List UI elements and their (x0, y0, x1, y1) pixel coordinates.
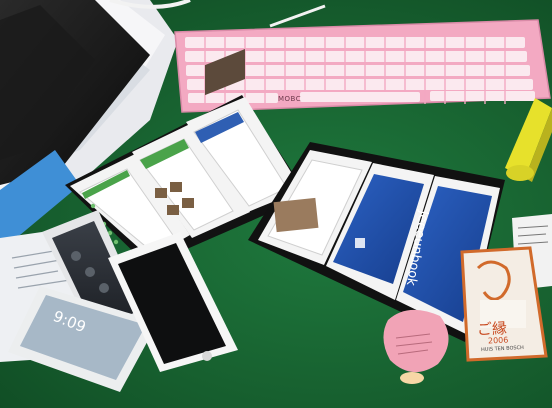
card-year: 2006 (487, 335, 509, 346)
photo-illustration: Jeeeunbook 9:09 (0, 0, 552, 392)
desk-photo: Jeeeunbook 9:09 MOBC ご縁 2006 HUIS TEN BO… (0, 0, 552, 408)
glue-stick (505, 98, 552, 182)
keyboard-brand: MOBC (278, 95, 302, 103)
cable-2 (269, 4, 326, 28)
pink-tag (383, 309, 449, 384)
